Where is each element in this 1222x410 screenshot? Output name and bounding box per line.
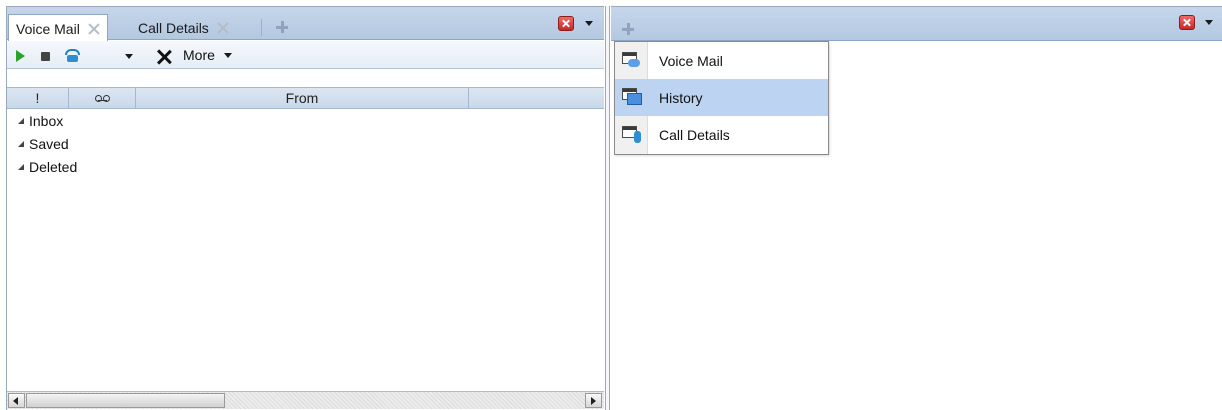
history-window-icon: [622, 88, 642, 105]
tree-item-label: Saved: [29, 135, 69, 152]
phone-chevron-down-icon[interactable]: [125, 54, 133, 59]
column-extra[interactable]: [469, 88, 604, 108]
pane-menu-chevron-down-icon[interactable]: [585, 21, 593, 26]
more-label: More: [183, 47, 215, 63]
pane-splitter[interactable]: [605, 6, 610, 410]
tab-label: Call Details: [138, 19, 209, 36]
close-pane-icon[interactable]: [1179, 15, 1195, 30]
tree-item-label: Inbox: [29, 112, 64, 129]
expand-arrow-icon[interactable]: [18, 118, 24, 124]
phone-icon[interactable]: [64, 49, 81, 63]
tree-item-inbox[interactable]: Inbox: [7, 109, 604, 132]
voicemail-icon: [94, 94, 110, 102]
expand-arrow-icon[interactable]: [18, 164, 24, 170]
tree-item-saved[interactable]: Saved: [7, 132, 604, 155]
folder-tree: Inbox Saved Deleted: [7, 109, 604, 178]
call-details-window-icon: [622, 126, 642, 143]
horizontal-scrollbar[interactable]: [7, 391, 604, 409]
scroll-right-arrow-icon[interactable]: [585, 393, 602, 408]
close-tab-icon[interactable]: [216, 21, 230, 35]
tab-label: Voice Mail: [16, 20, 80, 37]
scrollbar-thumb[interactable]: [26, 393, 225, 408]
play-icon[interactable]: [16, 50, 25, 62]
phone-base: [67, 55, 78, 62]
add-tab-icon[interactable]: [276, 21, 288, 33]
menu-item-voice-mail[interactable]: Voice Mail: [615, 42, 828, 79]
stop-icon[interactable]: [41, 52, 50, 61]
add-tab-menu: Voice Mail History Call Details: [614, 41, 829, 155]
tree-item-label: Deleted: [29, 158, 78, 175]
menu-item-label: Voice Mail: [659, 52, 723, 69]
column-priority[interactable]: !: [7, 88, 69, 108]
close-tab-icon[interactable]: [87, 22, 101, 36]
table-header: ! From: [7, 87, 604, 109]
tab-voice-mail[interactable]: Voice Mail: [8, 14, 108, 42]
more-chevron-down-icon: [223, 52, 232, 58]
right-tab-strip: [611, 6, 1222, 41]
pane-menu-chevron-down-icon[interactable]: [1205, 20, 1213, 25]
menu-item-call-details[interactable]: Call Details: [615, 116, 828, 153]
delete-icon[interactable]: [156, 49, 172, 65]
tab-call-details[interactable]: Call Details: [131, 14, 236, 41]
tree-item-deleted[interactable]: Deleted: [7, 155, 604, 178]
toolbar: More: [7, 41, 604, 69]
voice-mail-window-icon: [622, 52, 642, 69]
menu-item-label: History: [659, 89, 703, 106]
left-tab-strip: Voice Mail Call Details: [7, 7, 604, 42]
priority-label: !: [35, 90, 40, 106]
more-button[interactable]: More: [183, 46, 232, 64]
scroll-left-arrow-icon[interactable]: [8, 393, 25, 408]
close-pane-icon[interactable]: [558, 16, 574, 31]
column-voicemail[interactable]: [69, 88, 136, 108]
menu-item-label: Call Details: [659, 126, 730, 143]
column-from[interactable]: From: [136, 88, 469, 108]
menu-item-history[interactable]: History: [615, 79, 828, 116]
left-pane: Voice Mail Call Details More ! From Inbo…: [6, 6, 604, 410]
add-tab-icon[interactable]: [622, 23, 634, 35]
tab-separator: [261, 19, 262, 36]
expand-arrow-icon[interactable]: [18, 141, 24, 147]
from-label: From: [285, 90, 319, 106]
